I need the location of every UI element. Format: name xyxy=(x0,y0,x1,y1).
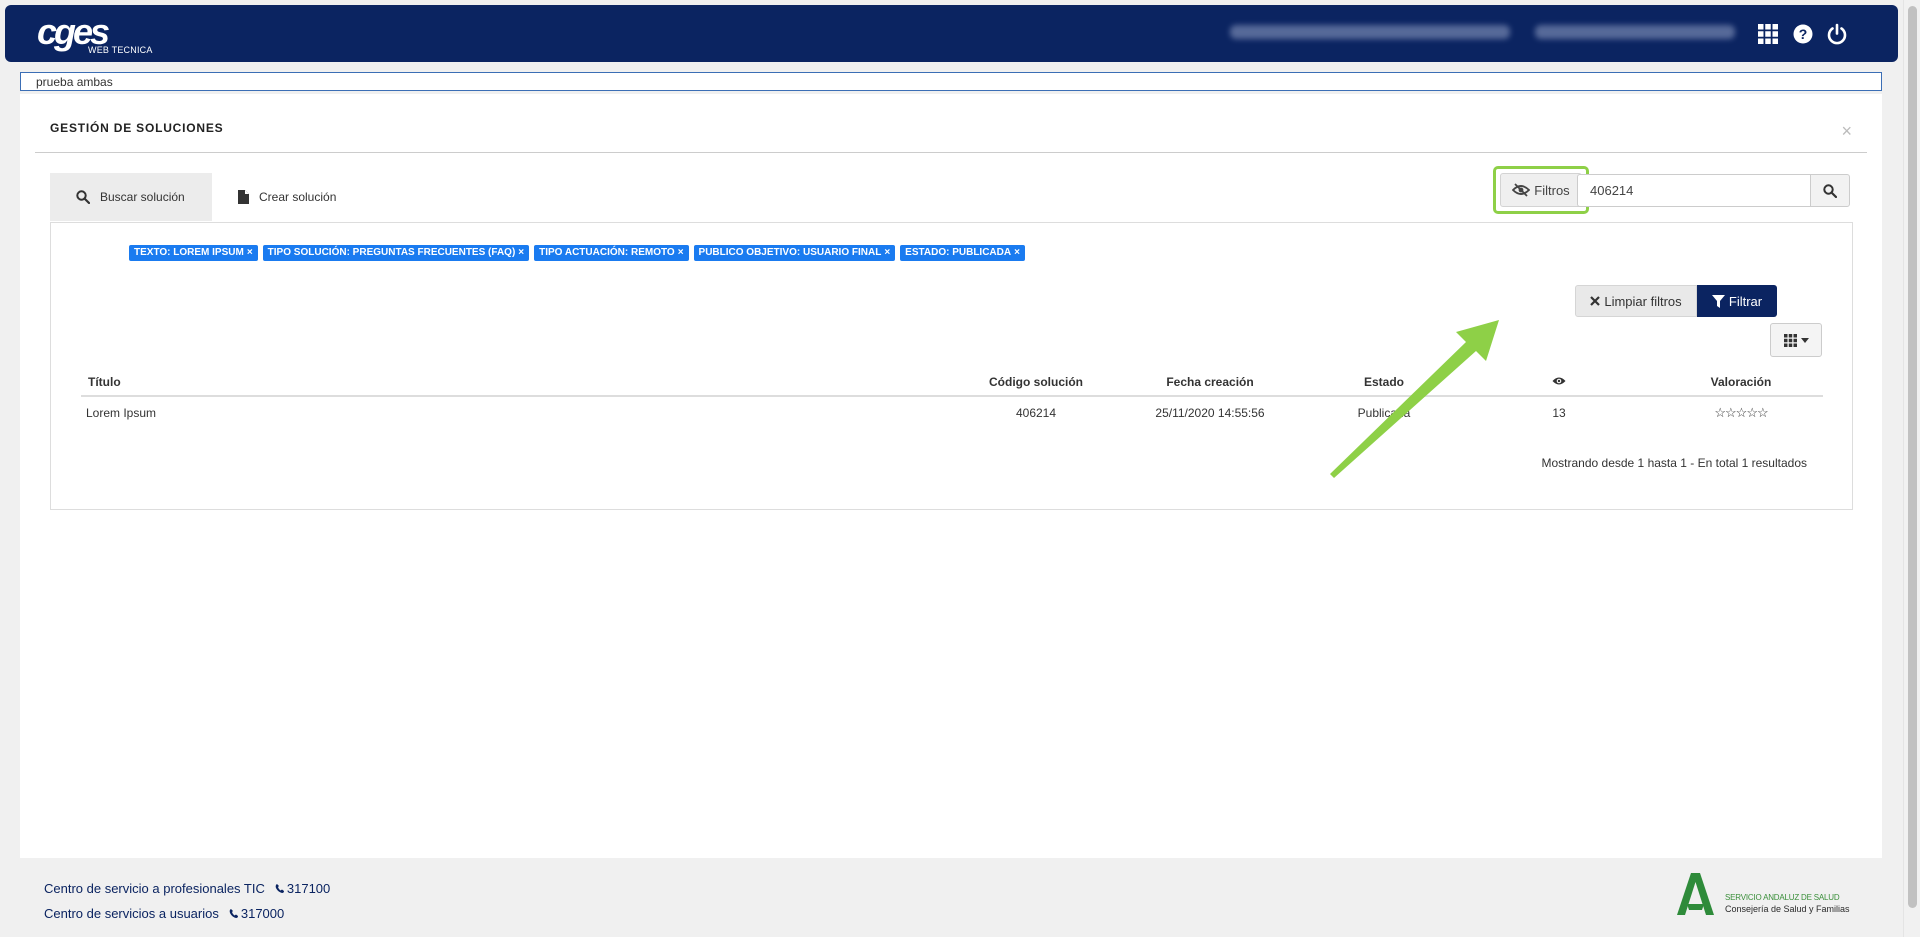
table-row[interactable]: Lorem Ipsum 406214 25/11/2020 14:55:56 P… xyxy=(81,396,1823,428)
eye-slash-icon xyxy=(1512,183,1531,197)
results-panel: TEXTO: LOREM IPSUM × TIPO SOLUCIÓN: PREGU… xyxy=(50,222,1853,510)
footer-line-tic: Centro de servicio a profesionales TIC 3… xyxy=(44,881,330,896)
header-rating[interactable]: Valoración xyxy=(1659,368,1823,397)
cell-date: 25/11/2020 14:55:56 xyxy=(1155,405,1265,420)
chip-remove-icon[interactable]: × xyxy=(884,247,890,258)
search-icon xyxy=(1823,183,1837,198)
table-header-row: Título Código solución Fecha creación Es… xyxy=(81,368,1823,397)
clear-filters-button[interactable]: Limpiar filtros xyxy=(1575,285,1697,317)
filter-chip[interactable]: TEXTO: LOREM IPSUM × xyxy=(129,245,258,261)
main-content: GESTIÓN DE SOLUCIONES × Buscar solución … xyxy=(20,94,1882,858)
results-summary: Mostrando desde 1 hasta 1 - En total 1 r… xyxy=(1541,456,1808,470)
close-icon[interactable]: × xyxy=(1841,121,1852,142)
cges-logo[interactable]: cges WEB TECNICA xyxy=(37,14,167,58)
chip-remove-icon[interactable]: × xyxy=(678,247,684,258)
tab-label: Crear solución xyxy=(259,190,337,204)
chip-remove-icon[interactable]: × xyxy=(518,247,524,258)
svg-text:?: ? xyxy=(1799,26,1808,42)
filter-label: Filtrar xyxy=(1728,293,1763,309)
filtros-label: Filtros xyxy=(1534,182,1570,198)
chip-remove-icon[interactable]: × xyxy=(247,247,253,258)
phone-icon xyxy=(229,909,238,918)
active-filter-chips: TEXTO: LOREM IPSUM × TIPO SOLUCIÓN: PREGU… xyxy=(129,245,1025,261)
cell-rating-stars: ☆☆☆☆☆ xyxy=(1714,404,1768,420)
user-name-blurred xyxy=(1230,25,1510,39)
eye-icon xyxy=(1552,377,1566,384)
scrollbar-thumb[interactable] xyxy=(1908,6,1917,908)
cell-title[interactable]: Lorem Ipsum xyxy=(81,396,961,428)
header-title[interactable]: Título xyxy=(81,368,961,397)
filter-chip[interactable]: ESTADO: PUBLICADA × xyxy=(900,245,1025,261)
annotation-arrow xyxy=(1330,320,1499,478)
search-button[interactable] xyxy=(1810,174,1850,207)
sas-department: Consejería de Salud y Familias xyxy=(1725,904,1850,914)
grid-icon[interactable] xyxy=(1756,22,1780,46)
page-title: GESTIÓN DE SOLUCIONES xyxy=(50,121,224,135)
filter-chip[interactable]: TIPO SOLUCIÓN: PREGUNTAS FRECUENTES (FAQ… xyxy=(262,245,530,261)
funnel-icon xyxy=(1711,294,1725,308)
andalucia-a-logo xyxy=(1677,873,1714,915)
user-role-blurred xyxy=(1535,25,1735,39)
logo-subtext: WEB TECNICA xyxy=(88,45,153,55)
tab-buscar-solucion[interactable]: Buscar solución xyxy=(50,173,212,221)
footer-text: Centro de servicio a profesionales TIC xyxy=(44,881,265,896)
caret-down-icon xyxy=(1800,337,1809,343)
sas-logo: SERVICIO ANDALUZ DE SALUD Consejería de … xyxy=(1673,872,1873,920)
title-divider xyxy=(35,152,1867,153)
context-input-value: prueba ambas xyxy=(36,75,113,89)
footer-line-users: Centro de servicios a usuarios 317000 xyxy=(44,906,284,921)
file-icon xyxy=(238,190,249,204)
search-icon xyxy=(76,190,90,204)
filter-chip[interactable]: TIPO ACTUACIÓN: REMOTO × xyxy=(534,245,689,261)
question-circle-icon[interactable]: ? xyxy=(1791,22,1815,46)
tab-crear-solucion[interactable]: Crear solución xyxy=(212,173,372,221)
filtros-button[interactable]: Filtros xyxy=(1500,173,1582,207)
filtros-highlight: Filtros xyxy=(1493,166,1589,214)
power-icon[interactable] xyxy=(1825,22,1849,46)
footer-text: Centro de servicios a usuarios xyxy=(44,906,219,921)
times-icon xyxy=(1590,296,1601,306)
tab-label: Buscar solución xyxy=(100,190,185,204)
column-toggle-button[interactable] xyxy=(1770,323,1822,357)
sas-org-name: SERVICIO ANDALUZ DE SALUD xyxy=(1725,893,1840,902)
filter-chip[interactable]: PUBLICO OBJETIVO: USUARIO FINAL × xyxy=(693,245,896,261)
cell-code: 406214 xyxy=(1015,405,1057,420)
header-date[interactable]: Fecha creación xyxy=(1111,368,1309,397)
page-scrollbar[interactable] xyxy=(1903,0,1920,937)
top-navbar: cges WEB TECNICA ? xyxy=(5,5,1898,62)
phone-icon xyxy=(275,884,284,893)
chip-remove-icon[interactable]: × xyxy=(1014,247,1020,258)
footer-phone: 317100 xyxy=(275,881,330,896)
solution-search-input[interactable] xyxy=(1577,174,1810,207)
header-code[interactable]: Código solución xyxy=(961,368,1111,397)
footer-phone: 317000 xyxy=(229,906,284,921)
columns-grid-icon xyxy=(1783,333,1797,347)
clear-filters-label: Limpiar filtros xyxy=(1604,293,1682,309)
context-input[interactable]: prueba ambas xyxy=(20,72,1882,91)
results-table: Título Código solución Fecha creación Es… xyxy=(81,368,1823,428)
filter-button[interactable]: Filtrar xyxy=(1697,285,1777,317)
